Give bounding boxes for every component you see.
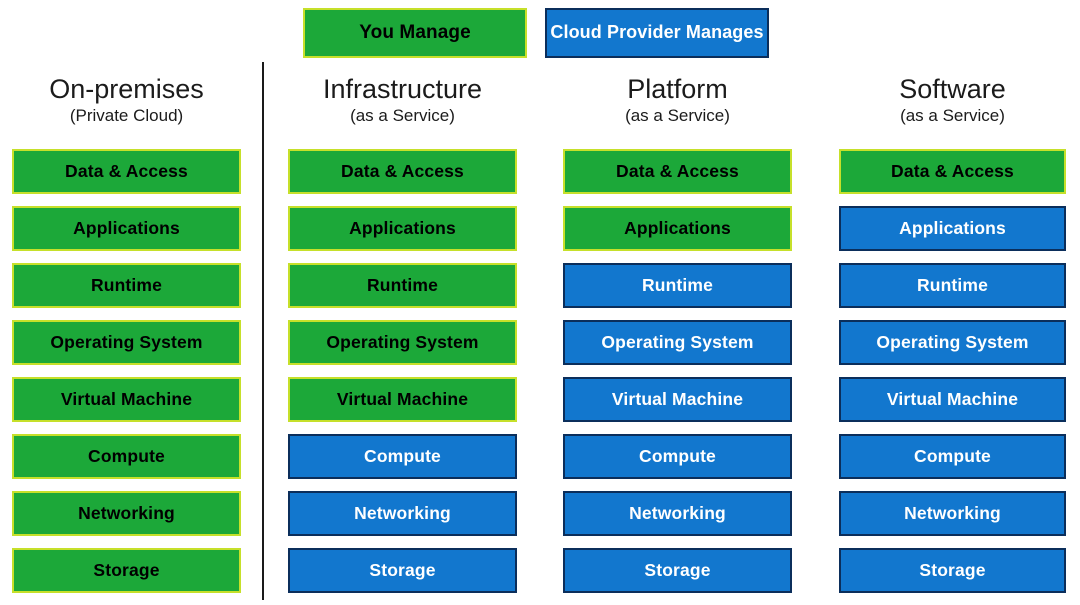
layer-data-and-access: Data & Access bbox=[563, 149, 792, 194]
layer-storage: Storage bbox=[12, 548, 241, 593]
responsibility-stack: Data & Access Applications Runtime Opera… bbox=[563, 149, 792, 605]
layer-virtual-machine: Virtual Machine bbox=[288, 377, 517, 422]
column-on-premises: On-premises (Private Cloud) Data & Acces… bbox=[12, 0, 241, 600]
responsibility-stack: Data & Access Applications Runtime Opera… bbox=[12, 149, 241, 605]
layer-storage: Storage bbox=[563, 548, 792, 593]
column-header: Platform (as a Service) bbox=[563, 74, 792, 127]
column-software-as-a-service: Software (as a Service) Data & Access Ap… bbox=[839, 0, 1066, 600]
layer-networking: Networking bbox=[288, 491, 517, 536]
layer-virtual-machine: Virtual Machine bbox=[12, 377, 241, 422]
layer-virtual-machine: Virtual Machine bbox=[563, 377, 792, 422]
column-header: Software (as a Service) bbox=[839, 74, 1066, 127]
layer-applications: Applications bbox=[288, 206, 517, 251]
column-title: Platform bbox=[627, 74, 728, 104]
column-title: Infrastructure bbox=[322, 74, 483, 104]
layer-runtime: Runtime bbox=[288, 263, 517, 308]
column-subtitle: (as a Service) bbox=[350, 106, 455, 126]
responsibility-stack: Data & Access Applications Runtime Opera… bbox=[839, 149, 1066, 605]
layer-storage: Storage bbox=[288, 548, 517, 593]
layer-networking: Networking bbox=[563, 491, 792, 536]
column-title: On-premises bbox=[49, 74, 204, 104]
layer-operating-system: Operating System bbox=[839, 320, 1066, 365]
layer-operating-system: Operating System bbox=[563, 320, 792, 365]
layer-compute: Compute bbox=[12, 434, 241, 479]
layer-networking: Networking bbox=[12, 491, 241, 536]
layer-applications: Applications bbox=[12, 206, 241, 251]
column-header: Infrastructure (as a Service) bbox=[288, 74, 517, 127]
column-platform-as-a-service: Platform (as a Service) Data & Access Ap… bbox=[563, 0, 792, 600]
layer-runtime: Runtime bbox=[563, 263, 792, 308]
layer-runtime: Runtime bbox=[839, 263, 1066, 308]
layer-data-and-access: Data & Access bbox=[288, 149, 517, 194]
layer-operating-system: Operating System bbox=[288, 320, 517, 365]
layer-compute: Compute bbox=[288, 434, 517, 479]
layer-operating-system: Operating System bbox=[12, 320, 241, 365]
responsibility-stack: Data & Access Applications Runtime Opera… bbox=[288, 149, 517, 605]
column-subtitle: (Private Cloud) bbox=[69, 106, 184, 126]
layer-networking: Networking bbox=[839, 491, 1066, 536]
layer-storage: Storage bbox=[839, 548, 1066, 593]
cloud-responsibility-diagram: You Manage Cloud Provider Manages On-pre… bbox=[0, 0, 1080, 600]
column-header: On-premises (Private Cloud) bbox=[12, 74, 241, 127]
layer-virtual-machine: Virtual Machine bbox=[839, 377, 1066, 422]
layer-compute: Compute bbox=[839, 434, 1066, 479]
layer-compute: Compute bbox=[563, 434, 792, 479]
layer-data-and-access: Data & Access bbox=[12, 149, 241, 194]
column-infrastructure-as-a-service: Infrastructure (as a Service) Data & Acc… bbox=[288, 0, 517, 600]
service-model-columns: On-premises (Private Cloud) Data & Acces… bbox=[0, 0, 1080, 600]
column-subtitle: (as a Service) bbox=[625, 106, 730, 126]
layer-data-and-access: Data & Access bbox=[839, 149, 1066, 194]
column-title: Software bbox=[899, 74, 1006, 104]
column-subtitle: (as a Service) bbox=[900, 106, 1005, 126]
layer-applications: Applications bbox=[839, 206, 1066, 251]
layer-applications: Applications bbox=[563, 206, 792, 251]
layer-runtime: Runtime bbox=[12, 263, 241, 308]
